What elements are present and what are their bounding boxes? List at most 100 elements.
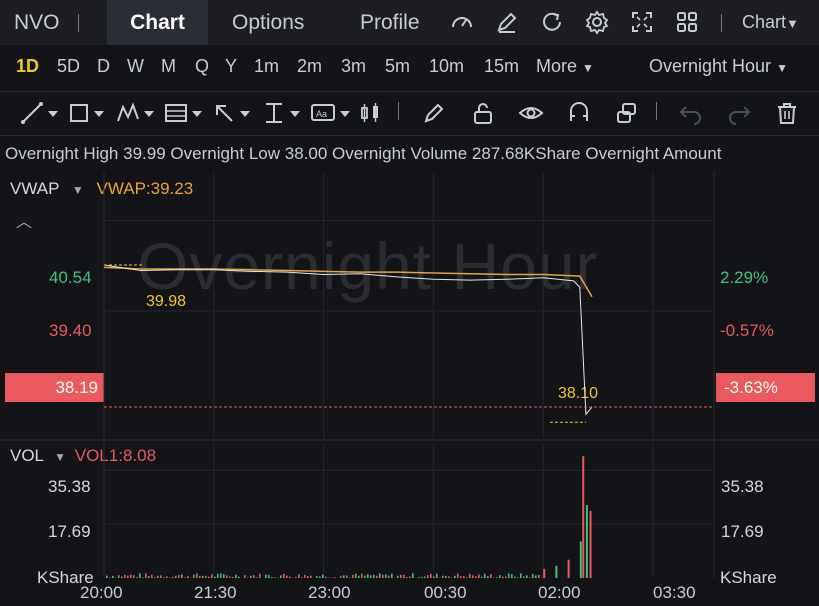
volume-bar [499,575,501,578]
volume-bar [582,456,585,578]
fullscreen-icon[interactable] [629,9,655,35]
timeframe-q[interactable]: Q [195,56,209,77]
volume-bar [145,573,147,578]
volume-bar [118,575,120,578]
divider [398,102,399,120]
timeframe-2m[interactable]: 2m [297,56,322,77]
pen-icon[interactable] [421,101,447,125]
text-tool-icon[interactable]: Aa [310,101,354,125]
volume-bar [391,573,393,578]
candlestick-tool-icon[interactable] [358,101,384,125]
volume-bar [154,577,156,578]
timeframe-5d[interactable]: 5D [57,56,80,77]
volume-label: Overnight Volume [332,144,468,163]
volume-bar [253,575,255,578]
volume-bar [346,575,348,578]
volume-bar [223,574,225,578]
high-label: Overnight High [5,144,119,163]
magnet-icon[interactable] [566,101,592,125]
timeframe-1m[interactable]: 1m [254,56,279,77]
fibonacci-tool-icon[interactable] [164,101,208,125]
tab-profile[interactable]: Profile [360,0,420,45]
volume-bar [298,574,300,578]
volume-bar [529,577,531,578]
rectangle-tool-icon[interactable] [68,101,110,125]
volume-bar [316,575,318,578]
copy-icon[interactable] [614,101,640,125]
volume-bar [163,577,165,578]
top-tab-bar: NVO Chart Options Profile Chart▼ [0,0,819,45]
volume-bar [130,574,132,578]
tab-options[interactable]: Options [232,0,304,45]
timeframe-10m[interactable]: 10m [429,56,464,77]
volume-value: 287.68KShare [471,144,581,163]
volume-bar [358,575,360,578]
volume-bar [280,575,282,578]
drawing-toolbar: Aa [0,92,819,136]
volume-bar [388,575,390,578]
volume-bar [295,576,297,578]
timeframe-15m[interactable]: 15m [484,56,519,77]
trash-icon[interactable] [774,101,800,125]
pattern-tool-icon[interactable] [116,101,160,125]
refresh-icon[interactable] [539,9,565,35]
low-label: Overnight Low [170,144,281,163]
chevron-down-icon: ▼ [776,61,788,75]
volume-bar [364,575,366,578]
volume-bar [304,574,306,578]
timeframe-w[interactable]: W [127,56,144,77]
volume-bar [403,574,405,578]
volume-bar [460,576,462,578]
redo-icon[interactable] [726,101,752,125]
amount-label: Overnight Amount [585,144,722,163]
volume-bar [109,577,111,578]
volume-bar [526,575,528,578]
timeframe-d[interactable]: D [97,56,110,77]
timeframe-y[interactable]: Y [225,56,237,77]
volume-bar [442,575,444,578]
edit-icon[interactable] [494,9,520,35]
volume-bar [505,576,507,578]
timeframe-m[interactable]: M [161,56,176,77]
timeframe-1d[interactable]: 1D [16,56,39,77]
speedometer-icon[interactable] [449,9,475,35]
volume-bar [585,504,588,578]
volume-bar [469,573,471,578]
more-timeframes-menu[interactable]: More ▼ [536,56,594,77]
timeframe-3m[interactable]: 3m [341,56,366,77]
volume-bar [397,575,399,578]
chevron-down-icon: ▼ [786,16,799,31]
volume-bar [217,573,219,578]
price-volume-chart[interactable] [0,172,819,584]
volume-bar [532,573,534,578]
volume-bar [406,577,408,578]
volume-bar [478,574,480,578]
timeframe-5m[interactable]: 5m [385,56,410,77]
layout-grid-icon[interactable] [674,9,700,35]
tab-chart[interactable]: Chart [107,0,208,45]
volume-bar [238,576,240,578]
unlock-icon[interactable] [470,101,496,125]
svg-text:Aa: Aa [316,109,327,119]
volume-bar [151,574,153,578]
volume-bar [436,573,438,578]
symbol-label[interactable]: NVO [14,0,60,45]
chart-type-menu[interactable]: Chart▼ [742,0,799,45]
volume-bar [472,575,474,578]
volume-bar [148,575,150,578]
vwap-line [103,266,593,298]
settings-icon[interactable] [584,9,610,35]
measure-tool-icon[interactable] [262,101,306,125]
volume-bar [325,576,327,578]
volume-bar [271,576,273,578]
volume-bar [517,577,519,578]
volume-bar [484,573,486,578]
session-select[interactable]: Overnight Hour ▼ [649,56,788,77]
trend-line-tool-icon[interactable] [20,101,62,125]
high-value: 39.99 [123,144,166,163]
arrow-tool-icon[interactable] [212,101,256,125]
undo-icon[interactable] [678,101,704,125]
volume-bar [466,577,468,578]
eye-icon[interactable] [518,101,544,125]
volume-bar [283,573,285,578]
